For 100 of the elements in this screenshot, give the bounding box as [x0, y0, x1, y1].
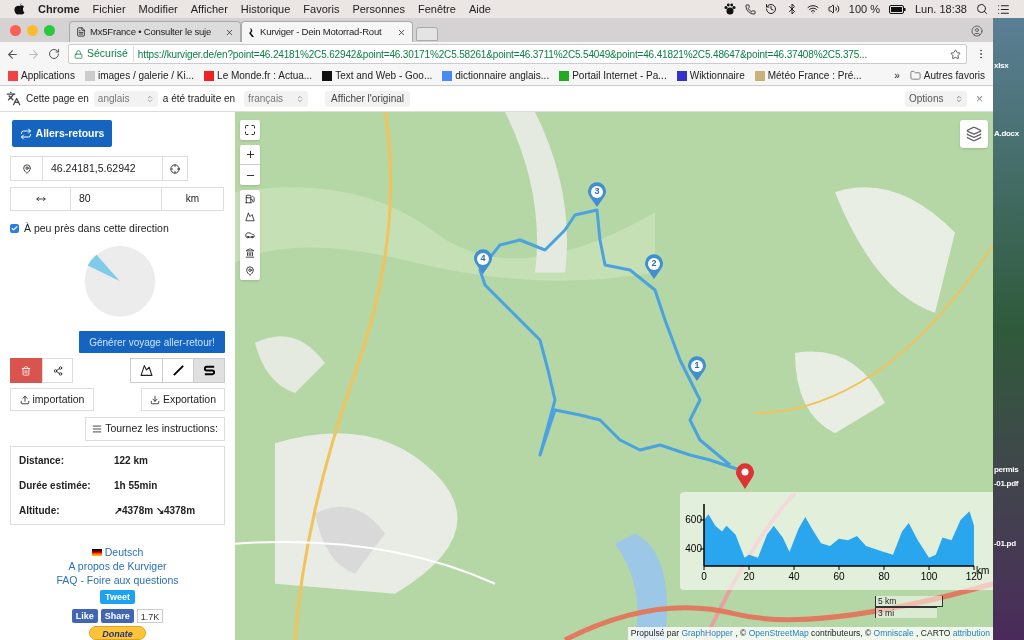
menu-app-name[interactable]: Chrome [38, 0, 80, 18]
destination-marker[interactable] [735, 462, 755, 490]
target-language-select[interactable]: français [244, 90, 309, 107]
bookmark-item[interactable]: Le Monde.fr : Actua... [204, 68, 313, 83]
menu-item[interactable]: Fenêtre [418, 0, 456, 18]
car-icon[interactable] [245, 230, 255, 240]
bookmark-item[interactable]: Text and Web - Goo... [322, 68, 433, 83]
desktop-file-label[interactable]: A.docx [994, 128, 1019, 140]
bookmark-item[interactable]: Portail Internet - Pa... [559, 68, 667, 83]
waypoint-marker[interactable]: 4 [473, 249, 493, 275]
source-language-select[interactable]: anglais [93, 90, 158, 107]
history-icon[interactable] [764, 3, 777, 15]
options-select[interactable]: Options [905, 90, 967, 107]
apple-logo-icon[interactable] [14, 3, 25, 15]
favicon-icon [204, 70, 215, 81]
stat-value: 1h 55min [114, 479, 158, 493]
route-mode-button[interactable] [193, 359, 224, 383]
footer-link[interactable]: FAQ - Foire aux questions [56, 573, 179, 587]
favicon-icon [442, 70, 453, 81]
bookmark-star-icon[interactable] [950, 48, 961, 60]
desktop-file-label[interactable]: xlsx [994, 60, 1009, 72]
bookmark-item[interactable]: dictionnaire anglais... [442, 68, 550, 83]
attribution-link[interactable]: attribution [952, 628, 990, 639]
more-bookmarks-chevron[interactable]: » [894, 68, 900, 83]
browser-tab[interactable]: Kurviger - Dein Motorrad-Rout [241, 21, 413, 42]
donate-button[interactable]: Donate [89, 626, 146, 640]
omniscale-link[interactable]: Omniscale [873, 628, 914, 639]
menu-item[interactable]: Fichier [92, 0, 126, 18]
direction-checkbox[interactable] [10, 223, 19, 233]
footer-link[interactable]: A propos de Kurviger [68, 559, 167, 573]
desktop-file-label[interactable]: permis [994, 464, 1019, 476]
menu-item[interactable]: Personnes [352, 0, 405, 18]
lines-icon [92, 424, 103, 435]
openstreetmap-link[interactable]: OpenStreetMap [748, 628, 809, 639]
export-button[interactable]: Exportation [141, 388, 225, 412]
x-tick-label: 60 [833, 571, 845, 582]
graphhopper-link[interactable]: GraphHopper [681, 628, 733, 639]
generate-button[interactable]: Générer voyage aller-retour! [79, 330, 225, 354]
volume-icon[interactable] [827, 3, 840, 15]
close-translate-button[interactable]: × [972, 89, 987, 108]
bookmark-folder[interactable]: Autres favoris [923, 68, 985, 83]
browser-tab[interactable]: Mx5France • Consulter le suje [69, 21, 241, 42]
layers-button[interactable] [960, 120, 988, 148]
waypoint-marker[interactable]: 3 [587, 182, 607, 208]
back-icon[interactable] [6, 47, 19, 61]
stat-label: Durée estimée: [19, 479, 92, 493]
footer-link[interactable]: Deutsch [91, 545, 144, 559]
battery-icon[interactable] [889, 4, 906, 14]
round-trip-button[interactable]: Allers-retours [12, 120, 112, 148]
desktop-file-label[interactable]: -01.pd [994, 538, 1016, 550]
map-pin-icon[interactable] [245, 266, 255, 276]
waypoint-marker[interactable]: 2 [644, 254, 664, 280]
import-button[interactable]: importation [10, 388, 94, 412]
direction-label: À peu près dans cette direction [24, 220, 169, 236]
close-tab-icon[interactable] [225, 27, 234, 37]
menu-item[interactable]: Afficher [190, 0, 228, 18]
wifi-icon[interactable] [806, 3, 819, 15]
bookmark-item[interactable]: images / galerie / Ki... [84, 68, 195, 83]
waypoint-marker[interactable]: 1 [687, 356, 707, 382]
turn-instructions-button[interactable]: Tournez les instructions: [85, 417, 225, 441]
address-field[interactable]: Sécurisé https://kurviger.de/en?point=46.24181%2C5.62942&point=46.30171%2C5.58261&point=46.3711%2C5.54049&point=46.41821%2C5.48647&point=46.37408%2C5.375... [68, 44, 967, 64]
favicon-icon [322, 70, 333, 81]
paw-icon[interactable] [723, 3, 736, 15]
like-button[interactable]: Like [71, 609, 98, 623]
close-tab-icon[interactable] [397, 27, 406, 37]
menu-item[interactable]: Historique [240, 0, 291, 18]
menu-item[interactable]: Modifier [138, 0, 178, 18]
stat-value: 122 km [114, 454, 148, 468]
show-original-button[interactable]: Afficher l'original [325, 90, 410, 107]
folder-icon [909, 70, 921, 81]
dropdown-arrows-icon [145, 94, 154, 103]
scale-label: 5 km [875, 596, 943, 607]
desktop-file-label[interactable]: -01.pdf [994, 478, 1019, 490]
security-label: Sécurisé [87, 46, 134, 62]
phone-icon[interactable] [744, 3, 756, 15]
translate-label: a été traduite en [162, 92, 236, 106]
lock-icon [74, 49, 83, 59]
bookmark-item[interactable]: Wiktionnaire [676, 68, 745, 83]
diagonal-line-icon [171, 364, 185, 378]
fuel-icon[interactable] [245, 194, 255, 204]
profile-icon[interactable] [971, 25, 983, 37]
menu-clock[interactable]: Lun. 18:38 [915, 0, 967, 18]
mountain-icon[interactable] [245, 212, 255, 222]
menu-item[interactable]: Favoris [303, 0, 340, 18]
search-icon[interactable] [976, 3, 988, 15]
facebook-share-button[interactable]: Share [100, 609, 134, 623]
delete-button[interactable] [10, 358, 42, 384]
repeat-icon [19, 127, 32, 140]
menu-item[interactable]: Aide [468, 0, 491, 18]
museum-icon[interactable] [245, 248, 255, 258]
notification-list-icon[interactable] [997, 2, 1010, 16]
fullscreen-button[interactable] [240, 120, 260, 140]
bookmark-item[interactable]: Applications [8, 68, 75, 83]
favicon-icon [754, 70, 765, 81]
bookmark-item[interactable]: Météo France : Pré... [754, 68, 862, 83]
layers-icon [966, 126, 982, 142]
curvy-road-icon [202, 364, 216, 378]
y-tick-label: 400 [685, 543, 702, 554]
share-button[interactable] [42, 358, 73, 384]
reload-icon[interactable] [48, 48, 60, 60]
